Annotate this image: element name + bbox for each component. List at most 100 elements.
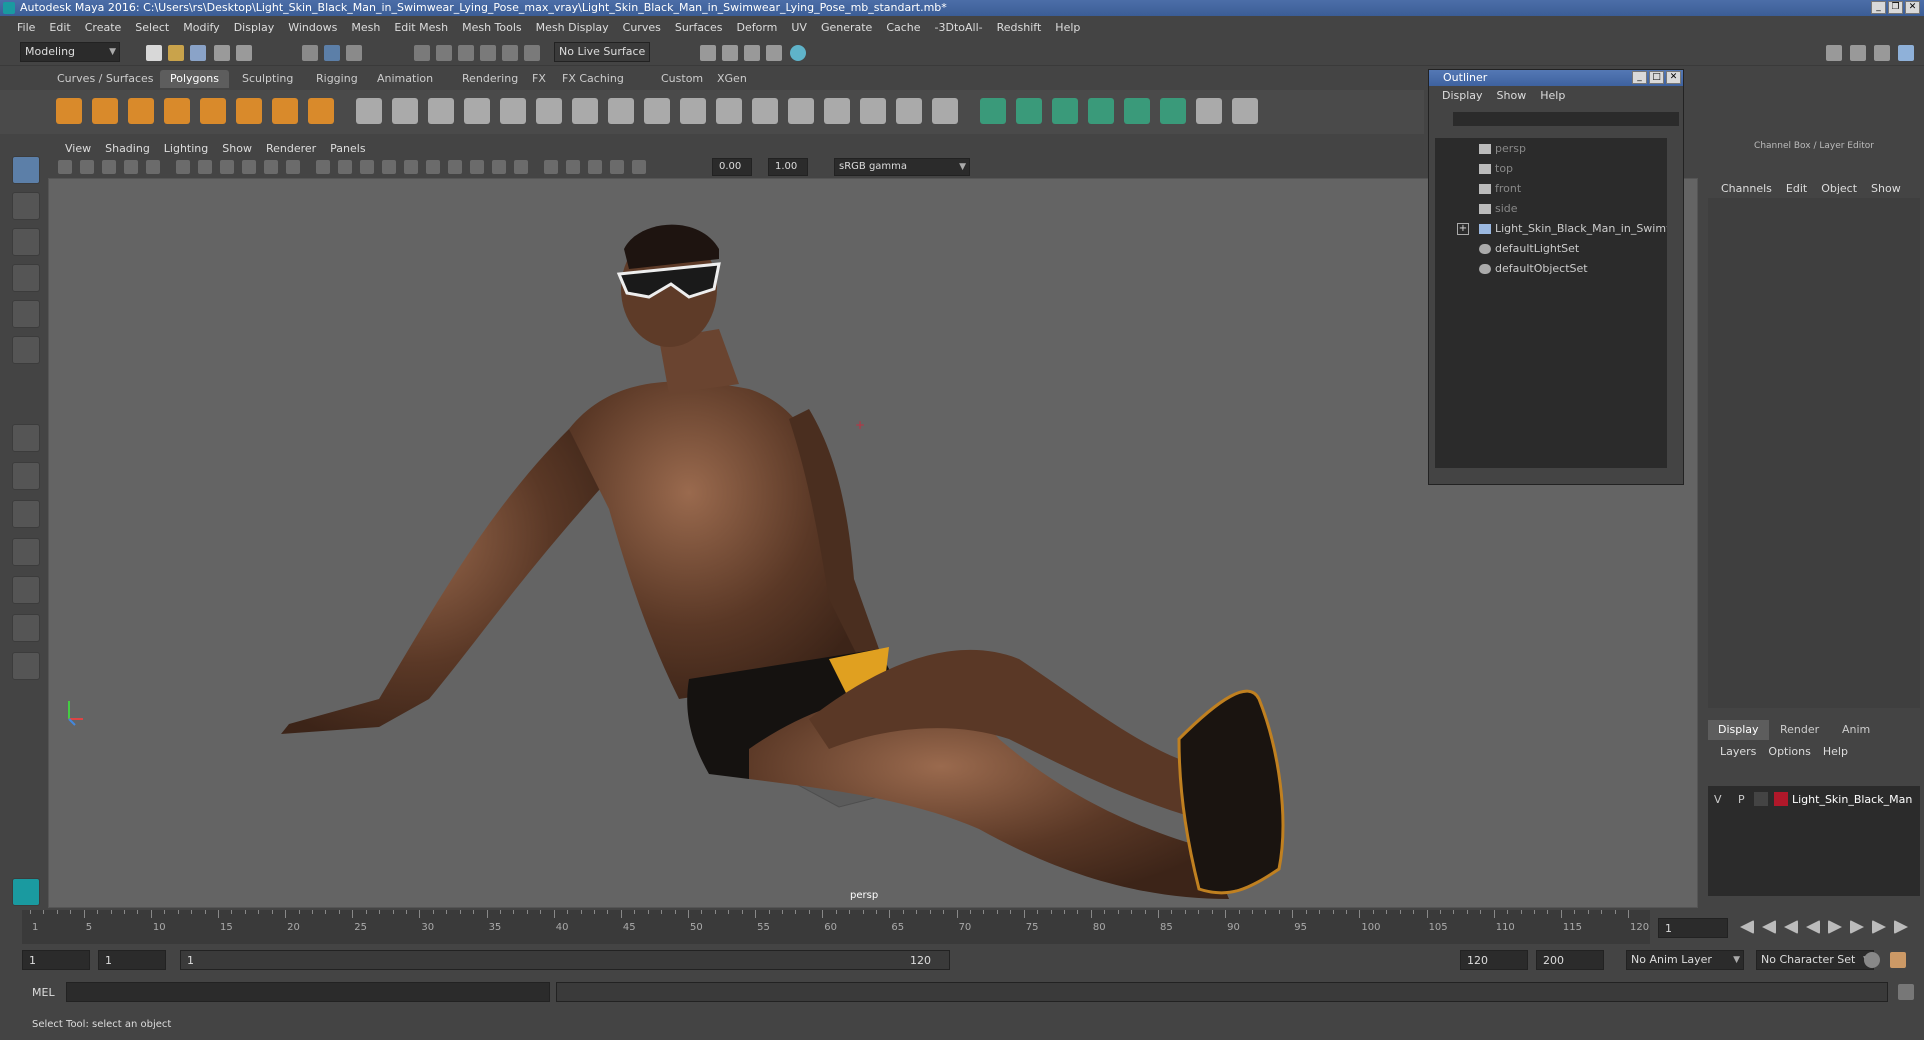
channel-box-area[interactable]	[1708, 198, 1920, 708]
outliner-search-field[interactable]	[1453, 112, 1679, 126]
restore-button[interactable]: ❐	[1888, 1, 1903, 14]
shelf-tab-sculpting[interactable]: Sculpting	[232, 70, 303, 88]
bridge-icon[interactable]	[752, 98, 778, 124]
extrude-icon[interactable]	[788, 98, 814, 124]
outliner-item[interactable]: defaultLightSet	[1435, 240, 1667, 258]
menu-help[interactable]: Help	[1048, 21, 1087, 34]
viewport-textured-icon[interactable]	[404, 160, 418, 174]
step-forward-icon[interactable]	[1850, 920, 1864, 934]
four-view-layout-icon[interactable]	[12, 462, 40, 490]
shelf-tab-xgen[interactable]: XGen	[707, 70, 757, 88]
viewport-menu-lighting[interactable]: Lighting	[157, 142, 215, 155]
menu-cache[interactable]: Cache	[879, 21, 927, 34]
close-button[interactable]: ✕	[1905, 1, 1920, 14]
two-view-layout-icon[interactable]	[12, 500, 40, 528]
viewport-image-plane-icon[interactable]	[124, 160, 138, 174]
bevel-icon[interactable]	[716, 98, 742, 124]
uv-map-icon[interactable]	[980, 98, 1006, 124]
shelf-tab-fx-caching[interactable]: FX Caching	[552, 70, 634, 88]
viewport-grid-icon[interactable]	[198, 160, 212, 174]
layer-color-swatch[interactable]	[1774, 792, 1788, 806]
viewport-resolution-gate-icon[interactable]	[242, 160, 256, 174]
viewport-menu-show[interactable]: Show	[215, 142, 259, 155]
unfold-icon[interactable]	[1124, 98, 1150, 124]
layer-row[interactable]: V P Light_Skin_Black_Man	[1712, 790, 1916, 810]
viewport-menu-panels[interactable]: Panels	[323, 142, 372, 155]
undo-icon[interactable]	[214, 45, 230, 61]
hypershade-icon[interactable]	[790, 45, 806, 61]
render-settings-icon[interactable]	[766, 45, 782, 61]
select-tool-icon[interactable]	[12, 156, 40, 184]
menu-generate[interactable]: Generate	[814, 21, 879, 34]
viewport-2d-pan-zoom-icon[interactable]	[146, 160, 160, 174]
cube-icon[interactable]	[92, 98, 118, 124]
graph-layout-icon[interactable]	[12, 576, 40, 604]
menu-mesh-display[interactable]: Mesh Display	[529, 21, 616, 34]
platonic-icon[interactable]	[392, 98, 418, 124]
viewport-wireframe-icon[interactable]	[338, 160, 352, 174]
exposure-field[interactable]: 0.00	[712, 158, 752, 176]
render-sequence-icon[interactable]	[722, 45, 738, 61]
viewport-xray-joints-icon[interactable]	[588, 160, 602, 174]
viewport-exposure-icon[interactable]	[632, 160, 646, 174]
layer-menu-options[interactable]: Options	[1762, 745, 1816, 758]
menu-display[interactable]: Display	[227, 21, 282, 34]
combine-icon[interactable]	[464, 98, 490, 124]
pipe-icon[interactable]	[308, 98, 334, 124]
viewport-motion-blur-icon[interactable]	[492, 160, 506, 174]
snap-point-icon[interactable]	[458, 45, 474, 61]
outliner-maximize-button[interactable]: □	[1649, 71, 1664, 84]
layer-type-toggle[interactable]	[1754, 792, 1768, 806]
shelf-tab-rigging[interactable]: Rigging	[306, 70, 368, 88]
viewport-menu-view[interactable]: View	[58, 142, 98, 155]
cylindrical-map-icon[interactable]	[1052, 98, 1078, 124]
end-time-field[interactable]: 200	[1536, 950, 1604, 970]
menu-uv[interactable]: UV	[784, 21, 814, 34]
range-slider[interactable]: 1 120	[180, 950, 950, 970]
shelf-tab-animation[interactable]: Animation	[367, 70, 443, 88]
soccer-ball-icon[interactable]	[356, 98, 382, 124]
cone-icon[interactable]	[164, 98, 190, 124]
outliner-minimize-button[interactable]: _	[1632, 71, 1647, 84]
gamma-field[interactable]: 1.00	[768, 158, 808, 176]
render-frame-icon[interactable]	[700, 45, 716, 61]
outliner-menu-show[interactable]: Show	[1490, 89, 1534, 102]
lasso-tool-icon[interactable]	[12, 192, 40, 220]
menu-deform[interactable]: Deform	[729, 21, 784, 34]
target-weld-icon[interactable]	[896, 98, 922, 124]
torus-icon[interactable]	[236, 98, 262, 124]
menu-select[interactable]: Select	[128, 21, 176, 34]
viewport-camera-attributes-icon[interactable]	[80, 160, 94, 174]
playback-end-field[interactable]: 120	[1460, 950, 1528, 970]
layer-menu-layers[interactable]: Layers	[1714, 745, 1762, 758]
shelf-tab-polygons[interactable]: Polygons	[160, 70, 229, 88]
outliner-item[interactable]: + Light_Skin_Black_Man_in_Swimw	[1435, 220, 1667, 238]
shelf-tab-rendering[interactable]: Rendering	[452, 70, 528, 88]
redo-icon[interactable]	[236, 45, 252, 61]
extract-icon[interactable]	[536, 98, 562, 124]
viewport-isolate-select-icon[interactable]	[544, 160, 558, 174]
shelf-tab-custom[interactable]: Custom	[651, 70, 713, 88]
go-to-end-icon[interactable]	[1894, 920, 1908, 934]
channel-box-menu-channels[interactable]: Channels	[1714, 182, 1779, 195]
live-surface-field[interactable]: No Live Surface	[554, 42, 650, 62]
snap-curve-icon[interactable]	[436, 45, 452, 61]
planar-map-icon[interactable]	[1016, 98, 1042, 124]
anim-layer-select[interactable]: No Anim Layer ▼	[1626, 950, 1744, 970]
maya-home-icon[interactable]	[12, 878, 40, 906]
step-back-key-icon[interactable]	[1762, 920, 1776, 934]
playback-start-field[interactable]: 1	[98, 950, 166, 970]
pyramid-icon[interactable]	[272, 98, 298, 124]
layer-tab-display[interactable]: Display	[1708, 720, 1769, 740]
sew-icon[interactable]	[1232, 98, 1258, 124]
sphere-icon[interactable]	[56, 98, 82, 124]
snap-view-icon[interactable]	[480, 45, 496, 61]
snap-surface-icon[interactable]	[502, 45, 518, 61]
menu-create[interactable]: Create	[78, 21, 129, 34]
save-scene-icon[interactable]	[190, 45, 206, 61]
smooth-icon[interactable]	[608, 98, 634, 124]
attribute-editor-icon[interactable]	[1850, 45, 1866, 61]
viewport-xray-icon[interactable]	[566, 160, 580, 174]
channel-box-menu-edit[interactable]: Edit	[1779, 182, 1814, 195]
outliner-item[interactable]: persp	[1435, 140, 1667, 158]
